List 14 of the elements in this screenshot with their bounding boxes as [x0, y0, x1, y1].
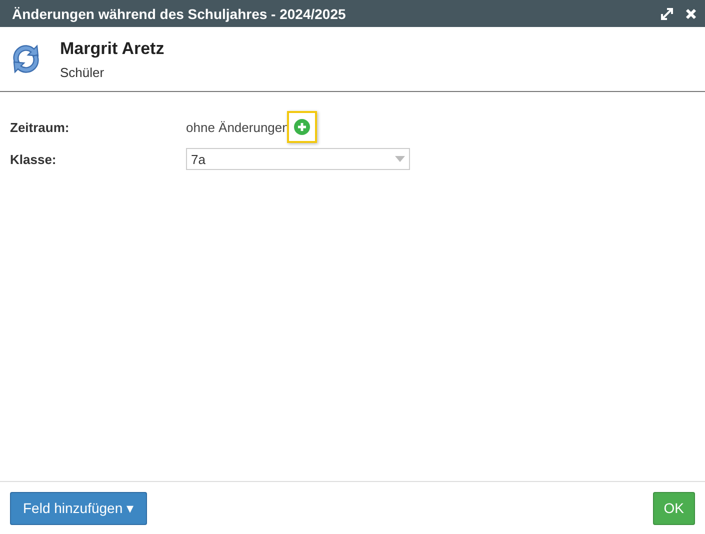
person-name: Margrit Aretz [60, 38, 164, 58]
ok-button[interactable]: OK [652, 492, 695, 524]
expand-icon[interactable] [661, 8, 673, 20]
person-role: Schüler [60, 64, 106, 80]
close-icon[interactable] [685, 8, 697, 20]
add-field-button[interactable]: Feld hinzufügen ▾ [10, 492, 147, 524]
caret-icon [395, 156, 405, 162]
field-label: Zeitraum: [10, 120, 70, 134]
plus-icon [294, 119, 310, 135]
field-value: ohne Änderungen [186, 120, 290, 134]
window-title: Änderungen während des Schuljahres - 2024/2025 [12, 6, 347, 22]
field-label: Klasse: [10, 152, 58, 166]
add-button[interactable] [287, 111, 318, 143]
class-dropdown[interactable]: 7a [186, 148, 410, 170]
